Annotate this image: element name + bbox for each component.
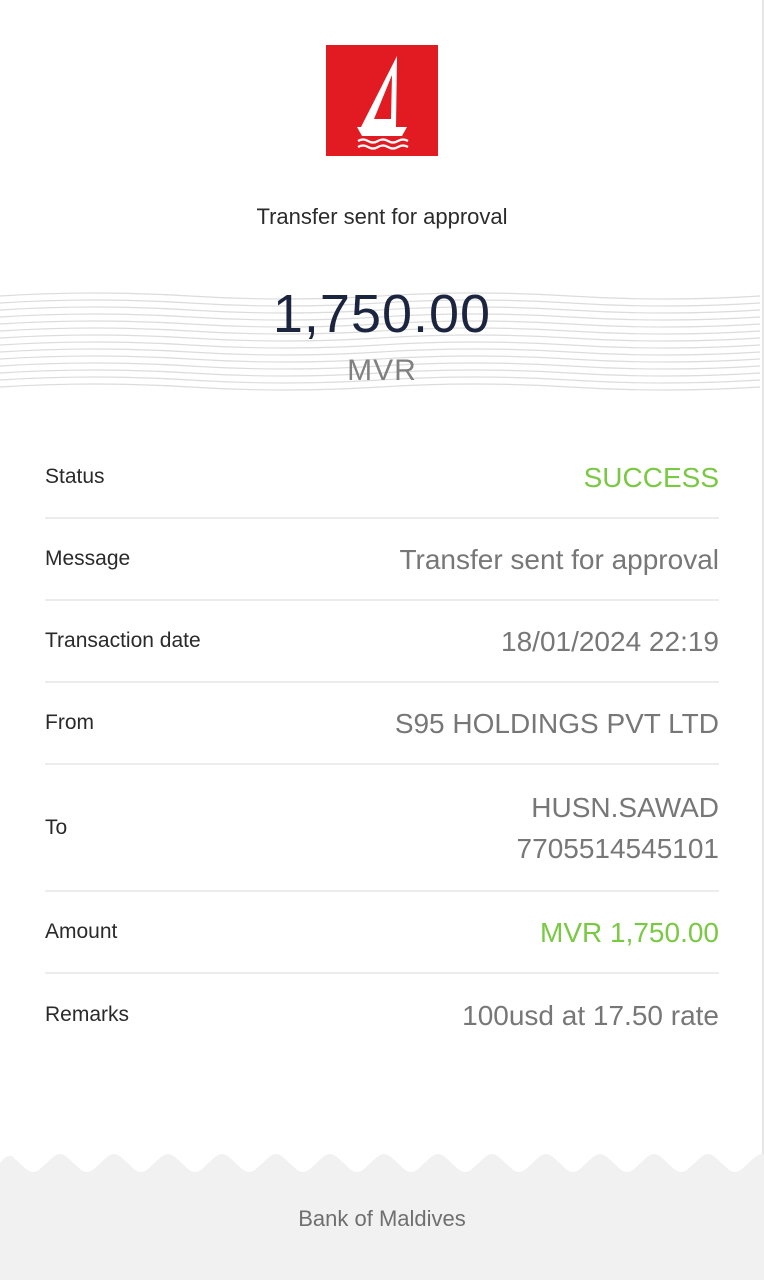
to-label: To bbox=[45, 815, 68, 839]
transaction-date-value: 18/01/2024 22:19 bbox=[501, 625, 719, 657]
from-row: From S95 HOLDINGS PVT LTD bbox=[45, 683, 719, 765]
bank-name: Bank of Maldives bbox=[298, 1206, 466, 1231]
transfer-amount: 1,750.00 bbox=[272, 284, 492, 344]
message-row: Message Transfer sent for approval bbox=[45, 519, 719, 601]
status-value: SUCCESS bbox=[583, 461, 719, 493]
to-value: HUSN.SAWAD 7705514545101 bbox=[517, 787, 719, 869]
from-value: S95 HOLDINGS PVT LTD bbox=[394, 707, 719, 739]
to-name: HUSN.SAWAD bbox=[531, 791, 719, 823]
to-account-number: 7705514545101 bbox=[516, 832, 719, 864]
headline: Transfer sent for approval bbox=[256, 204, 508, 229]
message-label: Message bbox=[45, 547, 131, 570]
to-row: To HUSN.SAWAD 7705514545101 bbox=[45, 765, 719, 892]
status-label: Status bbox=[45, 465, 105, 488]
remarks-value: 100usd at 17.50 rate bbox=[462, 999, 719, 1031]
amount-value: MVR 1,750.00 bbox=[540, 916, 719, 948]
status-row: Status SUCCESS bbox=[45, 437, 719, 519]
remarks-label: Remarks bbox=[45, 1003, 130, 1026]
transaction-date-row: Transaction date 18/01/2024 22:19 bbox=[45, 601, 719, 683]
transaction-details: Status SUCCESS Message Transfer sent for… bbox=[45, 437, 719, 1056]
amount-row: Amount MVR 1,750.00 bbox=[45, 892, 719, 974]
amount-label: Amount bbox=[45, 920, 118, 943]
message-value: Transfer sent for approval bbox=[399, 543, 719, 575]
transaction-date-label: Transaction date bbox=[45, 629, 201, 652]
bank-logo-icon bbox=[326, 45, 438, 156]
from-label: From bbox=[45, 711, 94, 734]
remarks-row: Remarks 100usd at 17.50 rate bbox=[45, 974, 719, 1056]
transfer-currency: MVR bbox=[347, 354, 417, 387]
